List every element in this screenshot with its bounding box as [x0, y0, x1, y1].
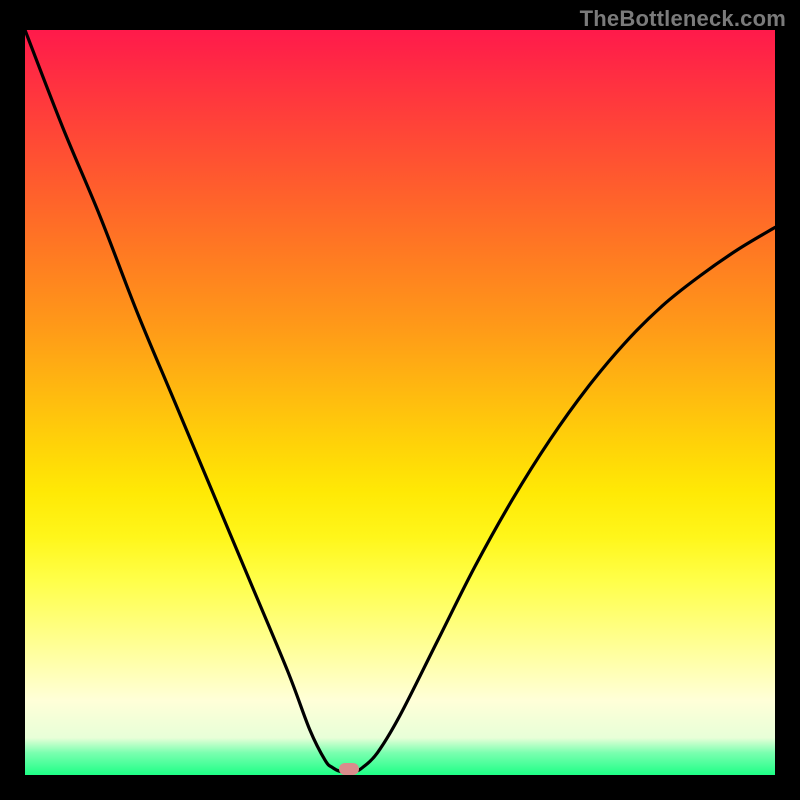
watermark-text: TheBottleneck.com: [580, 6, 786, 32]
chart-frame: TheBottleneck.com: [0, 0, 800, 800]
optimal-point-marker: [339, 763, 359, 775]
plot-area: [25, 30, 775, 775]
bottleneck-curve: [25, 30, 775, 775]
